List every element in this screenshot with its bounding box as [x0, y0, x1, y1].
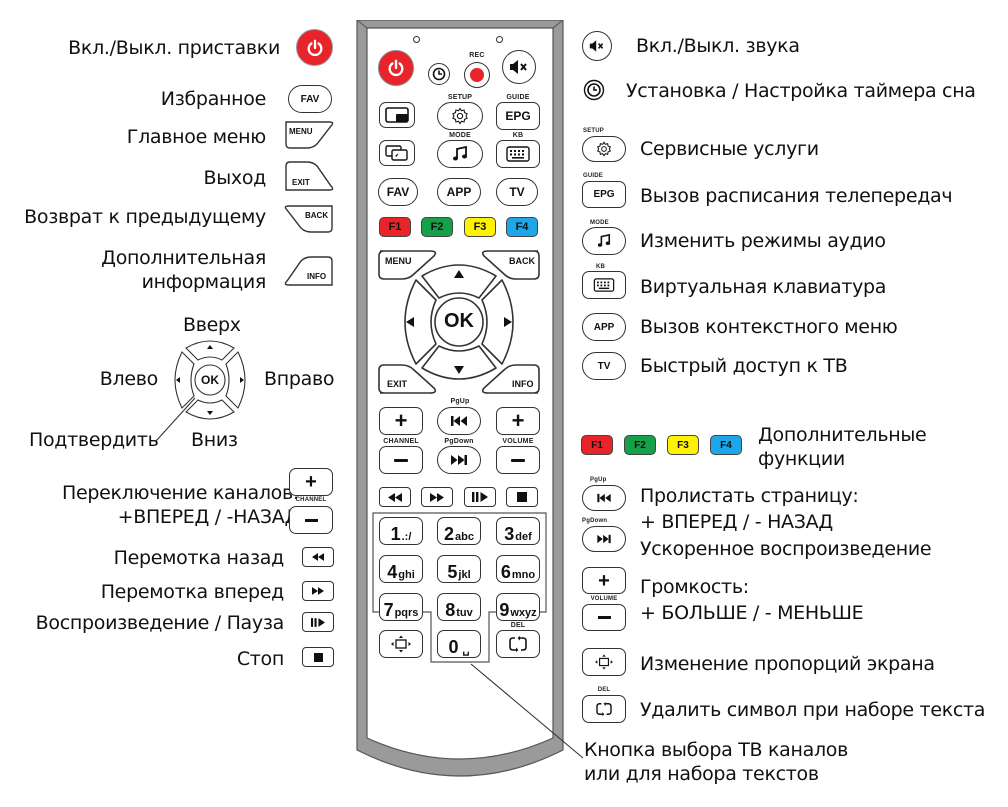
label-kb: Виртуальная клавиатура — [640, 276, 887, 298]
label-channel-line1: Переключение каналов: — [61, 482, 299, 504]
legend-volume-label: VOLUME — [590, 596, 618, 602]
legend-fav-key: FAV — [288, 85, 332, 113]
legend-guide-label: GUIDE — [583, 173, 604, 179]
label-epg: Вызов расписания телепередач — [640, 185, 953, 207]
legend-info-key: INFO — [283, 255, 335, 287]
legend-menu-key: MENU — [283, 120, 335, 150]
legend-kb-key — [582, 271, 626, 299]
label-down: Вниз — [191, 429, 238, 451]
legend-timer-key — [583, 79, 605, 101]
label-rewind: Перемотка назад — [113, 547, 285, 569]
label-confirm: Подтвердить — [29, 429, 159, 451]
legend-epg-key: EPG — [582, 181, 626, 208]
label-power: Вкл./Выкл. приставки — [68, 37, 280, 59]
legend-volume-up-key: + — [582, 567, 626, 594]
legend-kb-label: KB — [596, 264, 606, 270]
legend-back-key: BACK — [283, 204, 335, 234]
label-info-line2: информация — [141, 271, 267, 293]
legend-channel-label: CHANNEL — [295, 497, 327, 503]
legend-stop-key — [302, 647, 334, 667]
label-page-line3: Ускоренное воспроизведение — [640, 538, 932, 560]
label-left: Влево — [99, 368, 159, 390]
label-fav: Избранное — [160, 88, 267, 110]
label-fkeys-line2: функции — [758, 448, 845, 470]
label-zero-line2: или для набора текстов — [584, 763, 819, 785]
legend-play-pause-key — [302, 612, 334, 632]
legend-del-key — [582, 695, 626, 723]
label-mode: Изменить режимы аудио — [640, 230, 886, 252]
label-right: Вправо — [264, 368, 335, 390]
legend-power-key — [296, 29, 333, 66]
legend-exit-key: EXIT — [283, 160, 335, 192]
label-page-line1: Пролистать страницу: — [640, 485, 859, 507]
label-fkeys-line1: Дополнительные — [758, 424, 927, 446]
legend-mode-key — [582, 227, 626, 255]
legend-app-key: APP — [582, 313, 626, 341]
legend-f3-key: F3 — [667, 435, 699, 455]
legend-setup-label: SETUP — [583, 128, 605, 134]
label-stop: Стоп — [236, 648, 284, 670]
label-volume-line1: Громкость: — [640, 576, 749, 598]
legend-setup-key — [582, 136, 626, 162]
legend-mode-label: MODE — [590, 220, 609, 226]
label-volume-line2: + БОЛЬШЕ / - МЕНЬШЕ — [640, 602, 864, 624]
legend-forward-key — [302, 581, 334, 601]
label-play-pause: Воспроизведение / Пауза — [35, 612, 285, 634]
label-exit: Выход — [203, 167, 266, 189]
legend-f4-key: F4 — [710, 435, 742, 455]
legend-f1-key: F1 — [581, 435, 613, 455]
label-zero-line1: Кнопка выбора ТВ каналов — [584, 739, 849, 761]
label-del: Удалить символ при наборе текста — [640, 699, 986, 721]
label-mute: Вкл./Выкл. звука — [636, 35, 800, 57]
label-menu: Главное меню — [126, 126, 267, 148]
leader-lines — [155, 397, 584, 759]
label-forward: Перемотка вперед — [100, 581, 285, 603]
legend-pgdown-key — [582, 526, 626, 552]
label-tv: Быстрый доступ к ТВ — [640, 355, 848, 377]
legend-f2-key: F2 — [624, 435, 656, 455]
legend-pgup-key — [582, 485, 626, 511]
label-aspect: Изменение пропорций экрана — [640, 653, 935, 675]
legend-del-label: DEL — [597, 687, 611, 693]
legend-volume-down-key — [582, 604, 626, 631]
label-back: Возврат к предыдущему — [24, 206, 266, 228]
legend-dpad: OK — [160, 334, 260, 426]
label-channel-line2: +ВПЕРЕД / -НАЗАД — [117, 506, 300, 528]
label-info-line1: Дополнительная — [101, 247, 266, 269]
legend-mute-key — [582, 31, 612, 61]
legend-tv-key: TV — [582, 352, 626, 380]
label-page-line2: + ВПЕРЕД / - НАЗАД — [640, 511, 833, 533]
legend-pgup-label: PgUp — [590, 477, 607, 483]
legend-rewind-key — [302, 547, 334, 567]
label-app: Вызов контекстного меню — [640, 316, 898, 338]
legend-aspect-key — [582, 648, 626, 676]
legend-channel-up-key: + — [289, 468, 333, 496]
label-timer: Установка / Настройка таймера сна — [626, 80, 976, 102]
legend-channel-down-key — [289, 506, 333, 534]
power-icon — [307, 39, 322, 56]
legend-pgdown-label: PgDown — [582, 518, 608, 524]
label-setup: Сервисные услуги — [640, 138, 819, 160]
